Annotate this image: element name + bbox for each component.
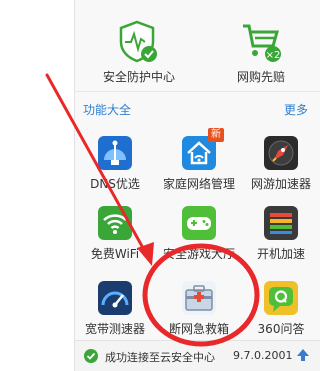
home-network-icon: 新 [182, 128, 224, 170]
tool-home-network[interactable]: 新 家庭网络管理 [157, 128, 241, 192]
new-badge: 新 [208, 128, 224, 142]
tool-network-first-aid[interactable]: 断网急救箱 [157, 281, 241, 337]
tool-dns-label: DNS优选 [90, 177, 140, 191]
shopping-cart-icon: ×2 [243, 24, 281, 62]
tool-broadband-speedtest[interactable]: 宽带测速器 [73, 281, 157, 337]
tool-dns[interactable]: DNS优选 [73, 136, 157, 192]
connection-status-text: 成功连接至云安全中心 [105, 351, 215, 364]
first-aid-kit-icon [182, 281, 216, 315]
left-blank-area [0, 0, 74, 371]
startup-speedup-icon [264, 206, 298, 240]
shopping-compensation-item[interactable]: ×2 网购先赔 [201, 18, 320, 85]
tool-game-accelerator-label: 网游加速器 [250, 177, 311, 191]
qa-bubble-icon [264, 281, 298, 315]
tool-game-hall-label: 安全游戏大厅 [162, 247, 235, 261]
security-center-label: 安全防护中心 [102, 70, 175, 84]
wifi-icon [98, 206, 132, 240]
upload-arrow-icon[interactable] [296, 348, 310, 362]
connected-check-icon [84, 349, 98, 363]
shield-check-icon [119, 20, 157, 63]
tool-game-hall[interactable]: 安全游戏大厅 [157, 206, 241, 262]
rocket-icon [264, 136, 298, 170]
version-text: 9.7.0.2001 [233, 349, 293, 362]
speedometer-icon [98, 281, 132, 315]
tool-game-accelerator[interactable]: 网游加速器 [239, 136, 320, 192]
tool-360-qa-label: 360问答 [257, 322, 305, 336]
status-bar: 成功连接至云安全中心 9.7.0.2001 [75, 340, 320, 371]
tool-free-wifi-label: 免费WiFi [90, 247, 140, 261]
tool-free-wifi[interactable]: 免费WiFi [73, 206, 157, 262]
svg-text:×2: ×2 [266, 50, 281, 61]
tool-broadband-speedtest-label: 宽带测速器 [84, 322, 145, 336]
tool-startup-speedup[interactable]: 开机加速 [239, 206, 320, 262]
tool-startup-speedup-label: 开机加速 [256, 247, 305, 261]
security-center-item[interactable]: 安全防护中心 [79, 18, 199, 85]
section-title: 功能大全 [83, 103, 132, 117]
shopping-compensation-label: 网购先赔 [236, 70, 285, 84]
more-link[interactable]: 更多 [284, 101, 308, 118]
dns-antenna-icon [98, 136, 132, 170]
tool-network-first-aid-label: 断网急救箱 [168, 322, 229, 336]
tool-360-qa[interactable]: 360问答 [239, 281, 320, 337]
gamepad-icon [182, 206, 216, 240]
tool-home-network-label: 家庭网络管理 [162, 177, 235, 191]
side-panel: 安全防护中心 ×2 网购先赔 功能大全 更多 DNS优选 新 家庭网络管理 网游… [74, 0, 320, 371]
divider [75, 91, 320, 92]
